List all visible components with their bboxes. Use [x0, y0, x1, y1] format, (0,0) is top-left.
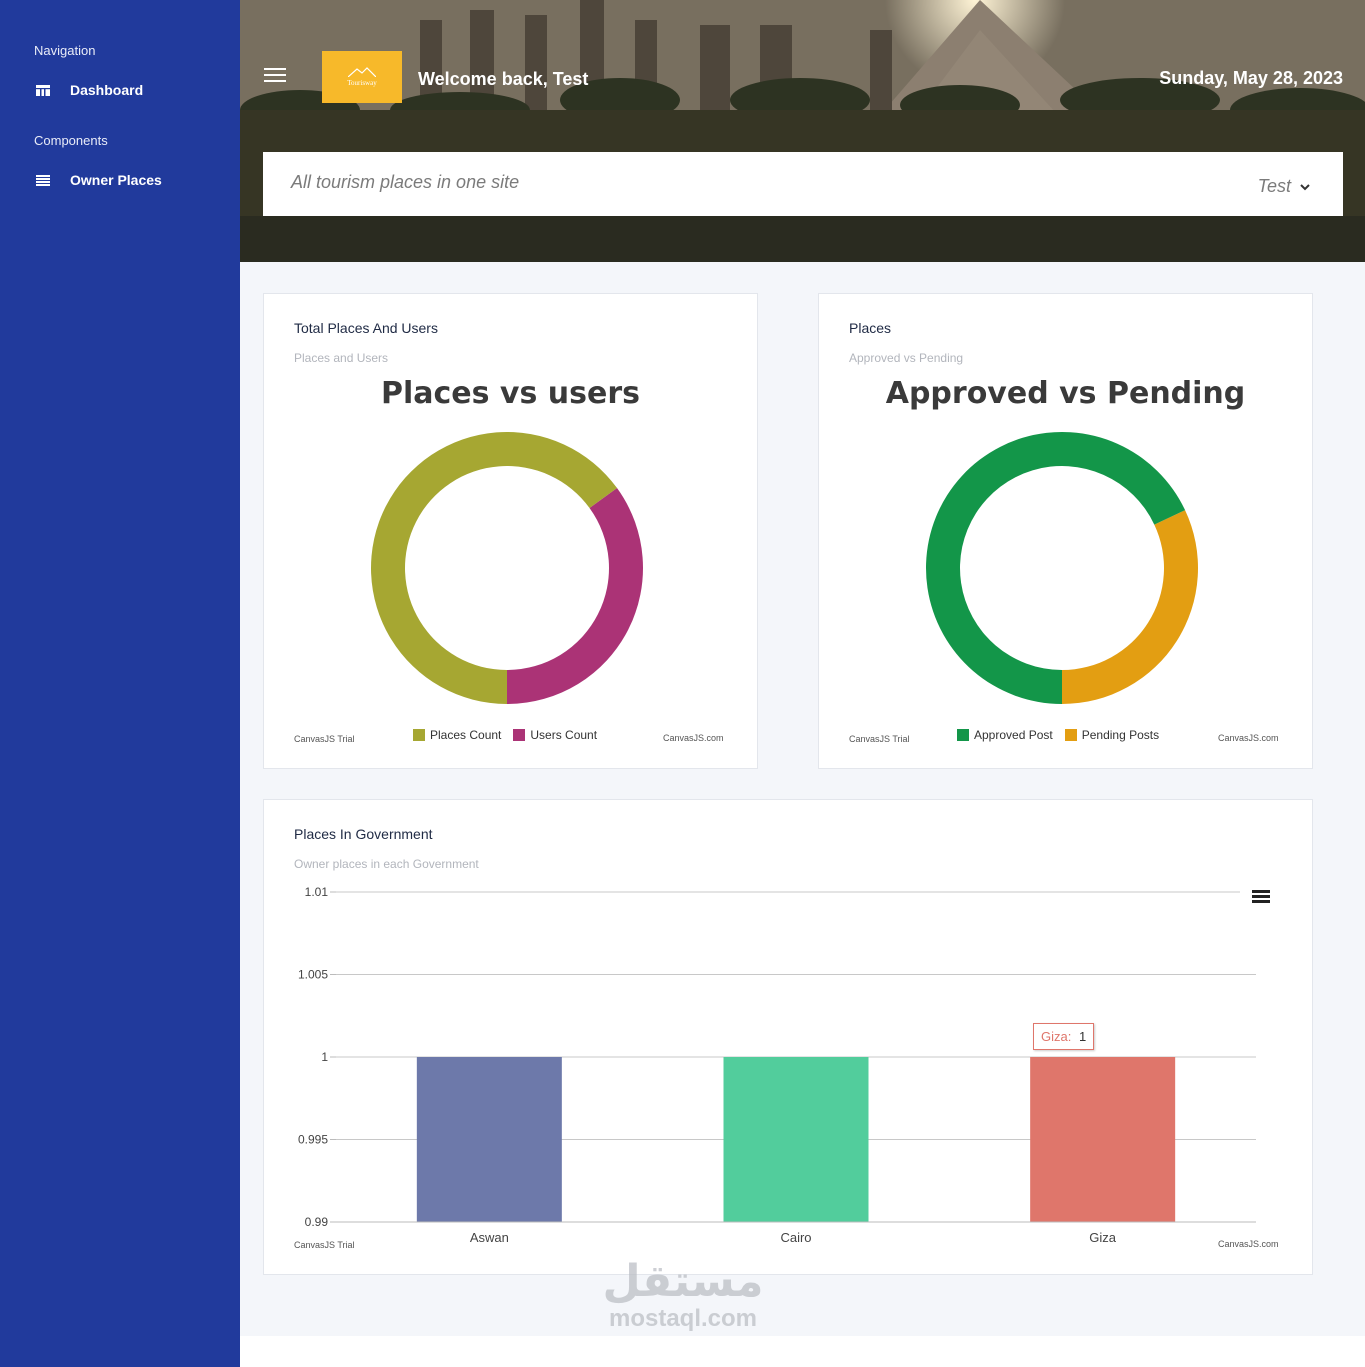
user-name: Test [1257, 176, 1291, 196]
watermark-arabic: مستقل [602, 1256, 764, 1307]
dashboard-icon [34, 83, 52, 97]
canvasjs-credit-link[interactable]: CanvasJS.com [1218, 733, 1279, 743]
chart-legend: Approved Post Pending Posts [957, 728, 1171, 742]
watermark-latin: mostaql.com [608, 1305, 758, 1332]
legend-item-places-count[interactable]: Places Count [413, 728, 501, 742]
hero-header: Tourisway Welcome back, Test Sunday, May… [240, 0, 1365, 262]
welcome-message: Welcome back, Test [418, 69, 589, 89]
logo[interactable]: Tourisway [322, 51, 402, 103]
sidebar: Navigation Dashboard Components Owner Pl… [0, 0, 240, 1367]
bar-giza[interactable] [1030, 1057, 1176, 1222]
y-tick-label: 1 [321, 1050, 328, 1064]
dashboard-content: Total Places And Users Places and Users … [240, 262, 1365, 1336]
canvasjs-credit-link[interactable]: CanvasJS.com [1218, 1239, 1279, 1249]
chart-title: Approved vs Pending [885, 376, 1246, 411]
list-icon [34, 173, 52, 187]
chart-legend: Places Count Users Count [413, 728, 609, 742]
donut-slice-pending-posts[interactable] [1062, 510, 1198, 704]
bar-chart-government[interactable]: 1.01 1.005 1 0.995 0.99 Aswan Cairo Giza [264, 870, 1314, 1260]
donut-chart-places-users[interactable] [264, 419, 759, 719]
bar-aswan[interactable] [416, 1057, 562, 1222]
x-tick-label: Giza [1089, 1230, 1117, 1245]
legend-swatch [957, 729, 969, 741]
tooltip-label: Giza: [1041, 1029, 1072, 1044]
components-heading: Components [34, 133, 108, 148]
card-places-status: Places Approved vs Pending Approved vs P… [818, 293, 1313, 769]
site-banner-bar: All tourism places in one site Test [263, 152, 1343, 216]
tagline: All tourism places in one site [291, 172, 520, 192]
card-title: Places In Government [294, 826, 433, 842]
sidebar-item-label: Dashboard [70, 82, 144, 98]
current-date: Sunday, May 28, 2023 [1159, 68, 1343, 88]
chevron-down-icon [1300, 183, 1310, 190]
x-tick-label: Aswan [470, 1230, 509, 1245]
tooltip-value: 1 [1078, 1029, 1087, 1044]
x-tick-label: Cairo [780, 1230, 811, 1245]
legend-label: Pending Posts [1081, 728, 1160, 742]
donut-chart-approved-pending[interactable] [819, 419, 1314, 719]
legend-item-approved-post[interactable]: Approved Post [957, 728, 1053, 742]
card-places-government: Places In Government Owner places in eac… [263, 799, 1313, 1275]
card-subtitle: Owner places in each Government [294, 857, 479, 871]
chart-menu-icon[interactable] [1252, 890, 1270, 904]
legend-label: Approved Post [974, 728, 1053, 742]
logo-text: Tourisway [347, 79, 377, 87]
y-tick-label: 1.005 [298, 968, 328, 982]
legend-item-users-count[interactable]: Users Count [513, 728, 597, 742]
y-tick-label: 1.01 [305, 885, 329, 899]
donut-slice-users-count[interactable] [507, 488, 643, 704]
chart-tooltip: Giza: 1 [1033, 1023, 1095, 1050]
card-subtitle: Approved vs Pending [849, 351, 964, 365]
chart-title: Places vs users [380, 376, 640, 411]
sidebar-item-label: Owner Places [70, 172, 162, 188]
y-tick-label: 0.99 [305, 1215, 329, 1229]
canvasjs-trial-label: CanvasJS Trial [294, 734, 355, 744]
card-title: Places [849, 320, 892, 336]
user-menu-dropdown[interactable]: Test [1258, 176, 1311, 197]
legend-label: Users Count [530, 728, 598, 742]
card-title: Total Places And Users [294, 320, 438, 336]
legend-swatch [1064, 729, 1077, 741]
canvasjs-trial-label: CanvasJS Trial [294, 1240, 355, 1250]
menu-toggle-button[interactable] [264, 68, 286, 86]
legend-swatch [513, 729, 526, 741]
y-tick-label: 0.995 [298, 1133, 328, 1147]
sidebar-item-dashboard[interactable]: Dashboard [34, 82, 143, 98]
legend-swatch [413, 729, 425, 741]
card-subtitle: Places and Users [294, 351, 389, 365]
legend-item-pending-posts[interactable]: Pending Posts [1064, 728, 1160, 742]
canvasjs-credit-link[interactable]: CanvasJS.com [663, 733, 724, 743]
mountain-icon [348, 67, 376, 77]
hero-background-image [240, 0, 1365, 262]
watermark: مستقل mostaql.com [598, 1258, 768, 1332]
canvasjs-trial-label: CanvasJS Trial [849, 734, 910, 744]
legend-label: Places Count [430, 728, 502, 742]
sidebar-item-owner-places[interactable]: Owner Places [34, 172, 162, 188]
card-places-users: Total Places And Users Places and Users … [263, 293, 758, 769]
nav-heading: Navigation [34, 43, 96, 58]
bar-cairo[interactable] [723, 1057, 869, 1222]
